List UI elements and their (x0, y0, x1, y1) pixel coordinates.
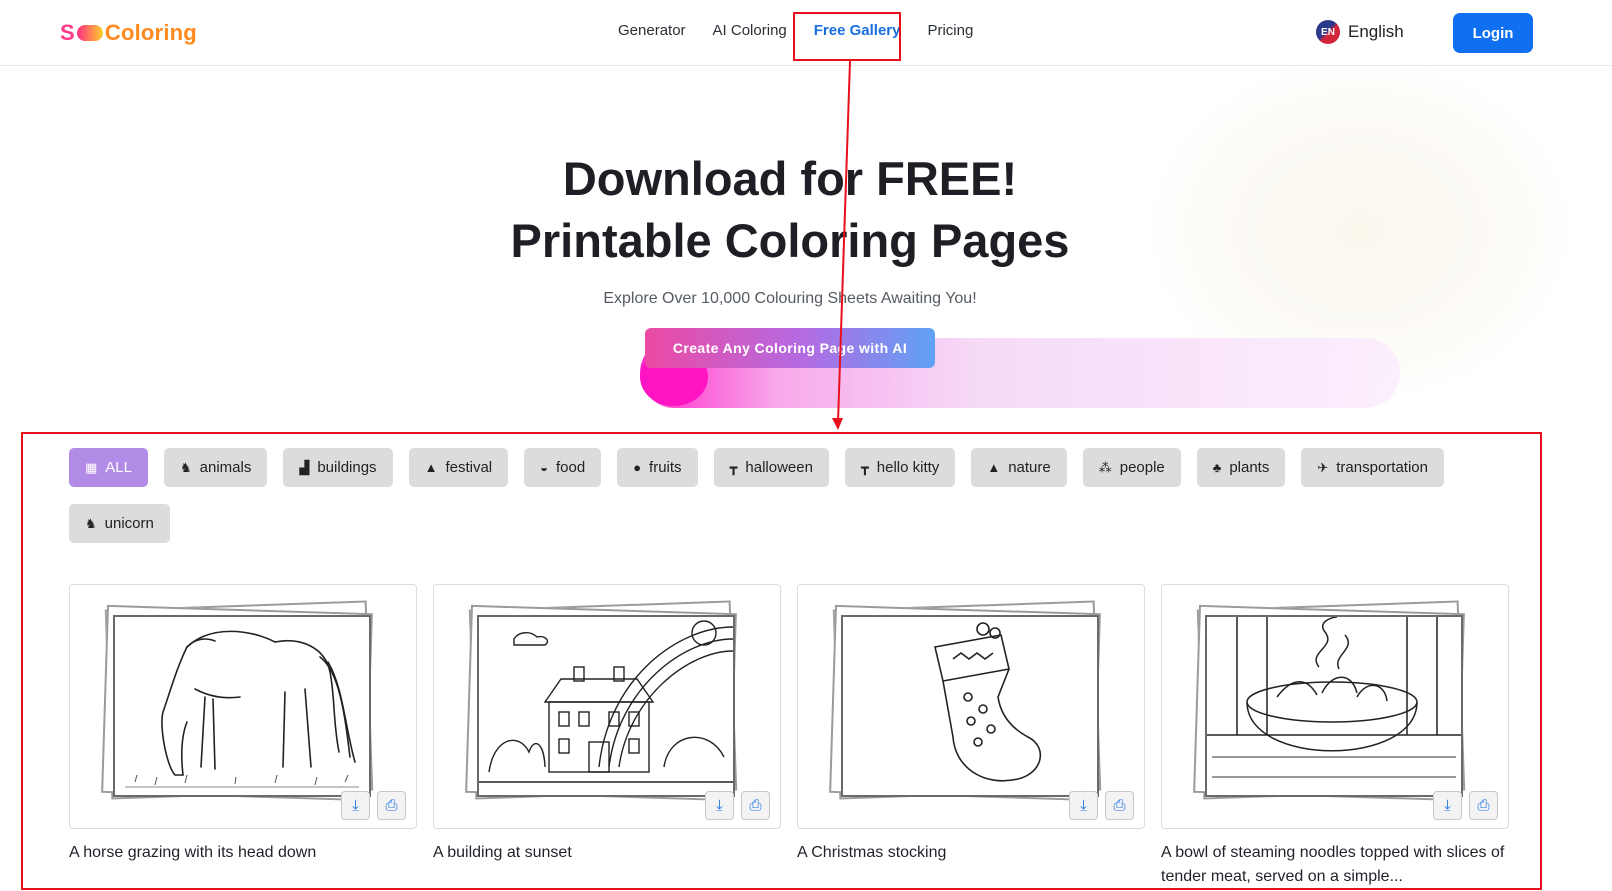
create-with-ai-button[interactable]: Create Any Coloring Page with AI (645, 328, 935, 368)
page-title-line-1: Download for FREE! (562, 152, 1018, 205)
page-subtitle: Explore Over 10,000 Colouring Sheets Awa… (603, 290, 977, 307)
nav-pricing[interactable]: Pricing (927, 22, 973, 39)
language-flag-icon: EN (1316, 20, 1340, 44)
nav-ai-coloring[interactable]: AI Coloring (713, 22, 787, 39)
highlight-box-gallery (21, 432, 1542, 890)
logo-pill-icon (76, 25, 103, 41)
logo-letter: S (60, 20, 75, 45)
logo[interactable]: S Coloring (60, 18, 197, 48)
page-title-line-2: Printable Coloring Pages (510, 214, 1070, 267)
page-title: Download for FREE! Printable Coloring Pa… (0, 148, 1580, 272)
language-selector[interactable]: EN English (1316, 20, 1404, 44)
login-button[interactable]: Login (1453, 13, 1533, 53)
nav-generator[interactable]: Generator (618, 22, 686, 39)
language-label: English (1348, 22, 1404, 41)
logo-word: Coloring (105, 20, 197, 46)
logo-word-text: Coloring (104, 20, 197, 45)
highlight-box-nav (793, 12, 901, 61)
